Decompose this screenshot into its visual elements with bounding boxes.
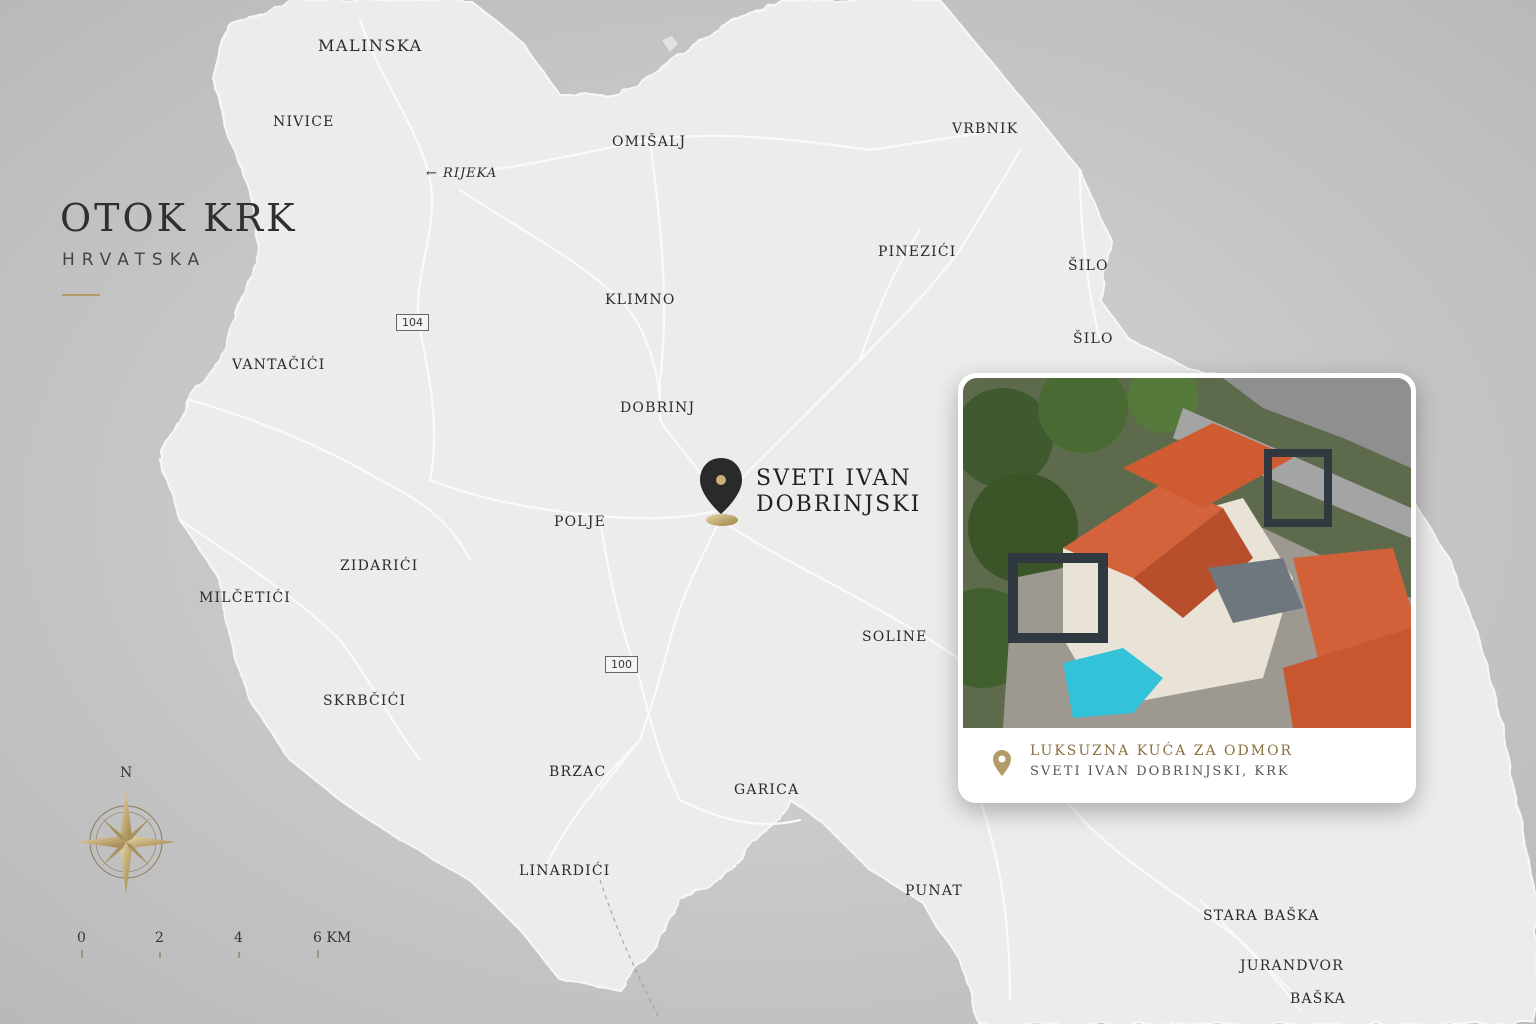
road-shield-100: 100 <box>605 656 638 673</box>
title-divider <box>62 294 100 296</box>
place-label-pinezici: PINEZIĆI <box>878 244 957 260</box>
place-label-omisalj: OMIŠALJ <box>612 134 687 150</box>
compass-north-label: N <box>120 765 133 781</box>
scale-label-6km: 6 KM <box>313 930 352 946</box>
location-pin-icon <box>993 750 1011 776</box>
place-label-polje: POLJE <box>554 514 607 530</box>
road-shield-104: 104 <box>396 314 429 331</box>
place-label-stara-baska: STARA BAŠKA <box>1203 908 1320 924</box>
place-label-dobrinj: DOBRINJ <box>620 400 696 416</box>
place-label-silo-2: ŠILO <box>1073 331 1114 347</box>
place-label-vantacici: VANTAČIĆI <box>232 357 326 373</box>
property-photo <box>963 378 1411 728</box>
scale-label-2: 2 <box>155 930 164 946</box>
card-title: LUKSUZNA KUĆA ZA ODMOR <box>1030 743 1294 759</box>
scale-label-0: 0 <box>77 930 86 946</box>
card-subtitle: SVETI IVAN DOBRINJSKI, KRK <box>1030 764 1290 779</box>
place-label-milcetici: MILČETIĆI <box>199 590 292 606</box>
map-subtitle: HRVATSKA <box>62 250 207 270</box>
place-label-malinska: MALINSKA <box>318 36 423 55</box>
place-label-klimno: KLIMNO <box>605 292 676 308</box>
map-title: OTOK KRK <box>60 196 298 240</box>
place-label-linardici: LINARDIĆI <box>519 863 611 879</box>
property-card[interactable]: LUKSUZNA KUĆA ZA ODMOR SVETI IVAN DOBRIN… <box>958 373 1416 803</box>
place-label-rijeka: ← RIJEKA <box>426 166 498 181</box>
place-label-skrbcici: SKRBČIĆI <box>323 693 407 709</box>
pin-label: SVETI IVAN DOBRINJSKI <box>756 466 921 518</box>
pin-label-line-1: SVETI IVAN <box>756 466 912 491</box>
place-label-nivice: NIVICE <box>273 114 335 130</box>
place-label-zidarici: ZIDARIĆI <box>340 558 419 574</box>
place-label-jurandvor: JURANDVOR <box>1240 958 1344 974</box>
place-label-punat: PUNAT <box>905 883 963 899</box>
place-label-baska: BAŠKA <box>1290 991 1346 1007</box>
scale-label-4: 4 <box>234 930 243 946</box>
place-label-soline: SOLINE <box>862 629 928 645</box>
place-label-silo-1: ŠILO <box>1068 258 1109 274</box>
pin-label-line-2: DOBRINJSKI <box>756 492 922 517</box>
place-label-brzac: BRZAC <box>549 764 607 780</box>
place-label-garica: GARICA <box>734 782 800 798</box>
place-label-vrbnik: VRBNIK <box>952 121 1019 137</box>
